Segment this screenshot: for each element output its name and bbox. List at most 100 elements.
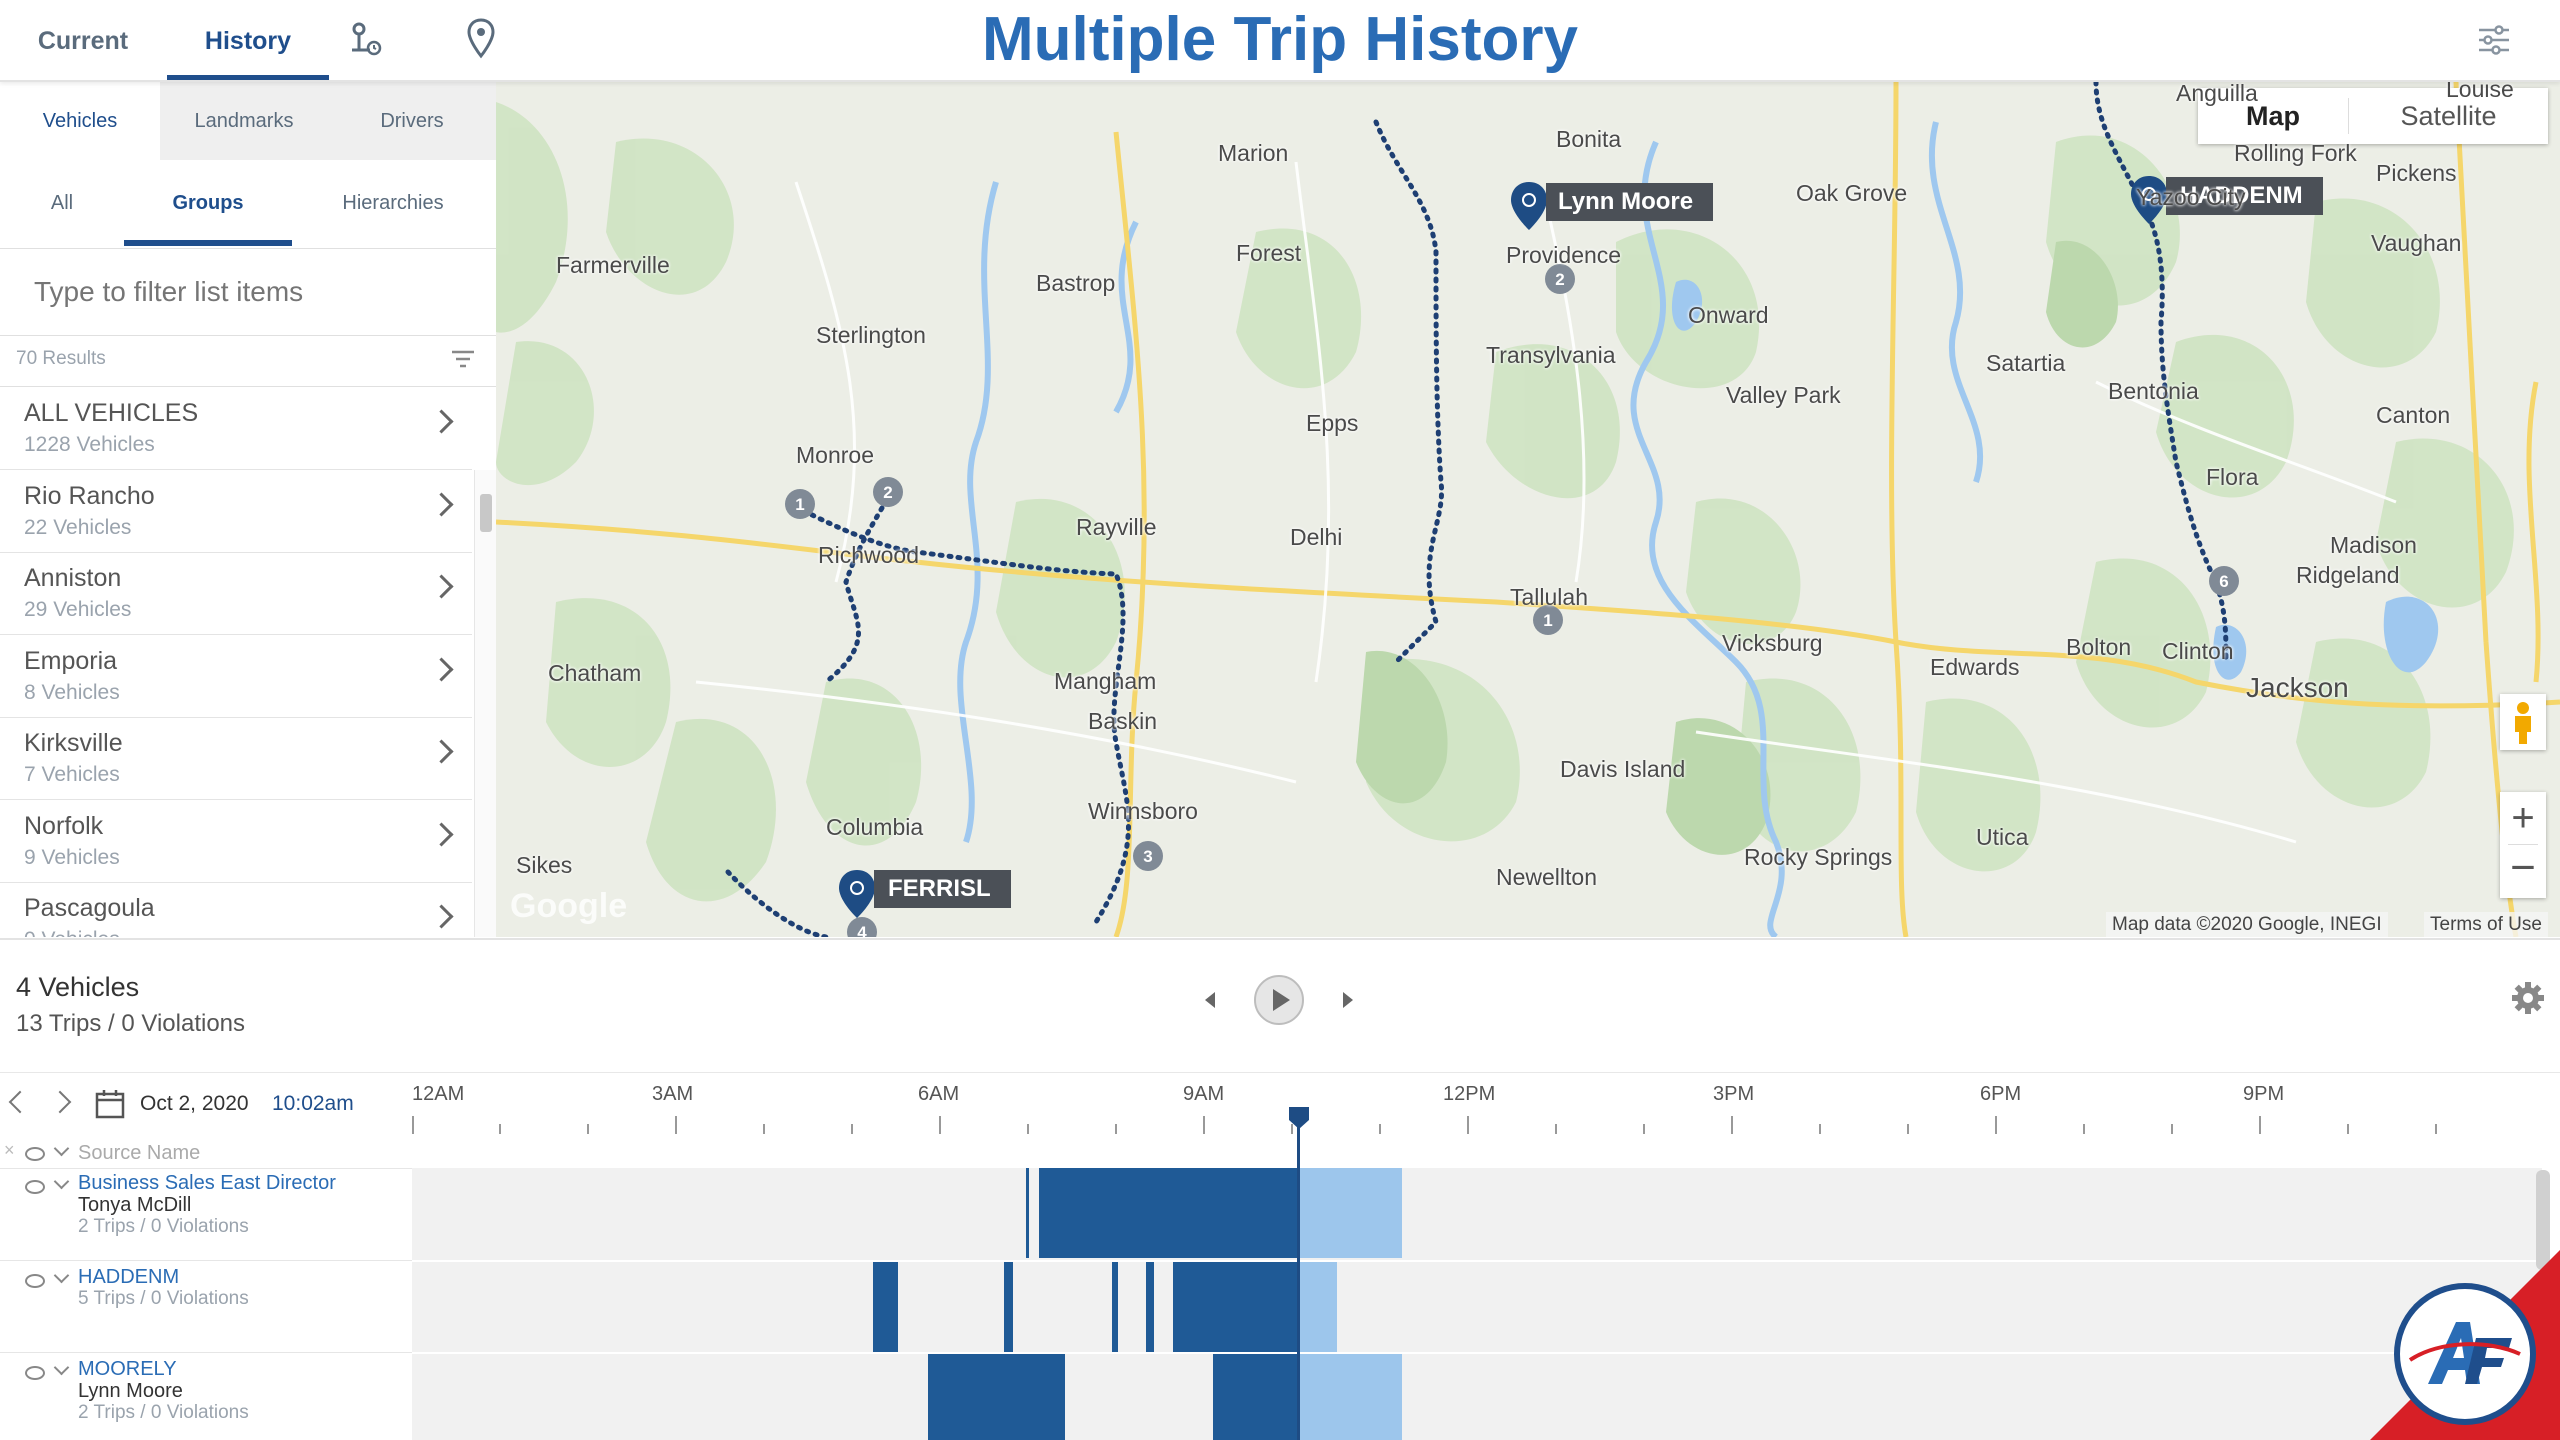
zoom-in-icon[interactable]: + [2500, 792, 2546, 844]
svg-text:2: 2 [1555, 270, 1564, 289]
trip-bar[interactable] [1213, 1354, 1299, 1440]
list-item[interactable]: Emporia 8 Vehicles [0, 635, 472, 718]
map-place-label: Clinton [2162, 638, 2234, 664]
close-icon[interactable]: × [4, 1140, 15, 1161]
list-item-name: Norfolk [24, 812, 104, 840]
divider [0, 1072, 2560, 1073]
subtab-groups[interactable]: Groups [124, 160, 292, 246]
sort-icon[interactable] [450, 348, 476, 370]
terms-of-use-link[interactable]: Terms of Use [2424, 912, 2548, 937]
map-place-label: Sikes [516, 852, 573, 878]
trip-bar[interactable] [1173, 1262, 1299, 1352]
list-item-name: Kirksville [24, 729, 123, 757]
map-place-label: Vaughan [2371, 230, 2462, 256]
vehicle-pin-icon[interactable] [1508, 180, 1550, 232]
play-button-icon[interactable] [1253, 974, 1305, 1026]
settings-sliders-icon[interactable] [2476, 22, 2512, 58]
top-bar: Current History Multiple Trip History [0, 0, 2560, 82]
chevron-down-icon[interactable] [53, 1140, 70, 1157]
list-scrollbar[interactable] [474, 470, 496, 937]
row-driver: Tonya McDill [78, 1194, 192, 1216]
tick-label: 3PM [1713, 1083, 1755, 1105]
row-title[interactable]: MOORELY [78, 1358, 177, 1381]
tab-landmarks[interactable]: Landmarks [160, 82, 328, 160]
gear-icon[interactable] [2510, 980, 2546, 1016]
calendar-icon[interactable] [94, 1088, 126, 1120]
map-place-label: Valley Park [1726, 382, 1841, 408]
list-item[interactable]: Anniston 29 Vehicles [0, 552, 472, 635]
tab-history[interactable]: History [167, 0, 329, 80]
driver-route-icon[interactable] [346, 20, 386, 60]
map-place-label: Winnsboro [1088, 798, 1198, 824]
vehicle-label-lynn-moore[interactable]: Lynn Moore [1546, 183, 1714, 221]
tick-label: 12PM [1443, 1083, 1496, 1105]
trip-bar-current[interactable] [1299, 1354, 1402, 1440]
svg-text:4: 4 [857, 923, 867, 937]
tab-drivers[interactable]: Drivers [328, 82, 496, 160]
map-place-label: Pickens [2376, 160, 2457, 186]
chevron-right-icon [429, 409, 454, 434]
subtab-hierarchies[interactable]: Hierarchies [300, 160, 486, 246]
svg-text:6: 6 [2219, 572, 2228, 591]
table-row[interactable]: HADDENM 5 Trips / 0 Violations [0, 1262, 412, 1352]
next-icon[interactable] [1338, 988, 1358, 1012]
trip-bar[interactable] [1004, 1262, 1013, 1352]
trip-bar[interactable] [1146, 1262, 1154, 1352]
table-row[interactable]: MOORELY Lynn Moore 2 Trips / 0 Violation… [0, 1354, 412, 1440]
map-place-label: Yazoo City [2136, 184, 2246, 210]
table-row[interactable]: Business Sales East Director Tonya McDil… [0, 1168, 412, 1260]
list-item[interactable]: Pascagoula 0 Vehicles [0, 882, 472, 937]
eye-icon[interactable] [25, 1180, 45, 1194]
google-logo: Google [510, 887, 628, 925]
timeline-time[interactable]: 10:02am [272, 1092, 354, 1116]
trip-bar[interactable] [1039, 1168, 1299, 1258]
map-place-label: Transylvania [1486, 342, 1616, 368]
svg-text:2: 2 [883, 483, 892, 502]
trip-bar[interactable] [1026, 1168, 1029, 1258]
trip-bar[interactable] [873, 1262, 898, 1352]
subtab-all[interactable]: All [0, 160, 124, 246]
street-view-pegman-icon[interactable] [2500, 694, 2546, 750]
trip-bar-current[interactable] [1299, 1262, 1337, 1352]
list-item[interactable]: Kirksville 7 Vehicles [0, 717, 472, 800]
map-place-label: Richwood [818, 542, 919, 568]
chevron-down-icon[interactable] [53, 1173, 70, 1190]
chevron-down-icon[interactable] [53, 1267, 70, 1284]
tab-current[interactable]: Current [18, 0, 148, 80]
zoom-out-icon[interactable]: − [2500, 845, 2546, 897]
chevron-down-icon[interactable] [53, 1359, 70, 1376]
row-title[interactable]: HADDENM [78, 1266, 179, 1289]
list-item[interactable]: Rio Rancho 22 Vehicles [0, 470, 472, 553]
source-header-label: Source Name [78, 1142, 201, 1164]
map-view[interactable]: 1 2 3 2 1 6 4 Lynn Moore HADDENM FERRISL… [496, 82, 2560, 937]
map-place-label: Bentonia [2108, 378, 2199, 404]
eye-icon[interactable] [25, 1366, 45, 1380]
tick-label: 6AM [918, 1083, 960, 1105]
map-place-label: Oak Grove [1796, 180, 1908, 206]
chevron-right-icon [429, 574, 454, 599]
eye-icon[interactable] [25, 1274, 45, 1288]
trip-bar-current[interactable] [1299, 1168, 1402, 1258]
svg-text:3: 3 [1143, 847, 1152, 866]
divider [412, 1352, 2542, 1354]
divider [0, 938, 2560, 940]
trip-bar[interactable] [1112, 1262, 1118, 1352]
list-item-count: 8 Vehicles [24, 681, 120, 704]
map-place-label: Sterlington [816, 322, 926, 348]
row-title[interactable]: Business Sales East Director [78, 1172, 336, 1195]
svg-text:1: 1 [795, 495, 804, 514]
trip-bar[interactable] [928, 1354, 1065, 1440]
eye-icon[interactable] [25, 1147, 45, 1161]
vehicle-label-ferrisl[interactable]: FERRISL [874, 870, 1011, 908]
list-item[interactable]: Norfolk 9 Vehicles [0, 800, 472, 883]
timeline-date[interactable]: Oct 2, 2020 [140, 1092, 249, 1116]
vehicle-pin-icon[interactable] [836, 868, 878, 920]
previous-icon[interactable] [1200, 988, 1220, 1012]
scrollbar-thumb[interactable] [480, 494, 492, 532]
filter-input[interactable] [32, 275, 436, 309]
list-item-count: 22 Vehicles [24, 516, 132, 539]
list-item[interactable]: ALL VEHICLES 1228 Vehicles [0, 387, 472, 470]
page-title: Multiple Trip History [982, 5, 1578, 74]
tab-vehicles[interactable]: Vehicles [0, 82, 160, 160]
map-pin-icon[interactable] [466, 18, 496, 60]
